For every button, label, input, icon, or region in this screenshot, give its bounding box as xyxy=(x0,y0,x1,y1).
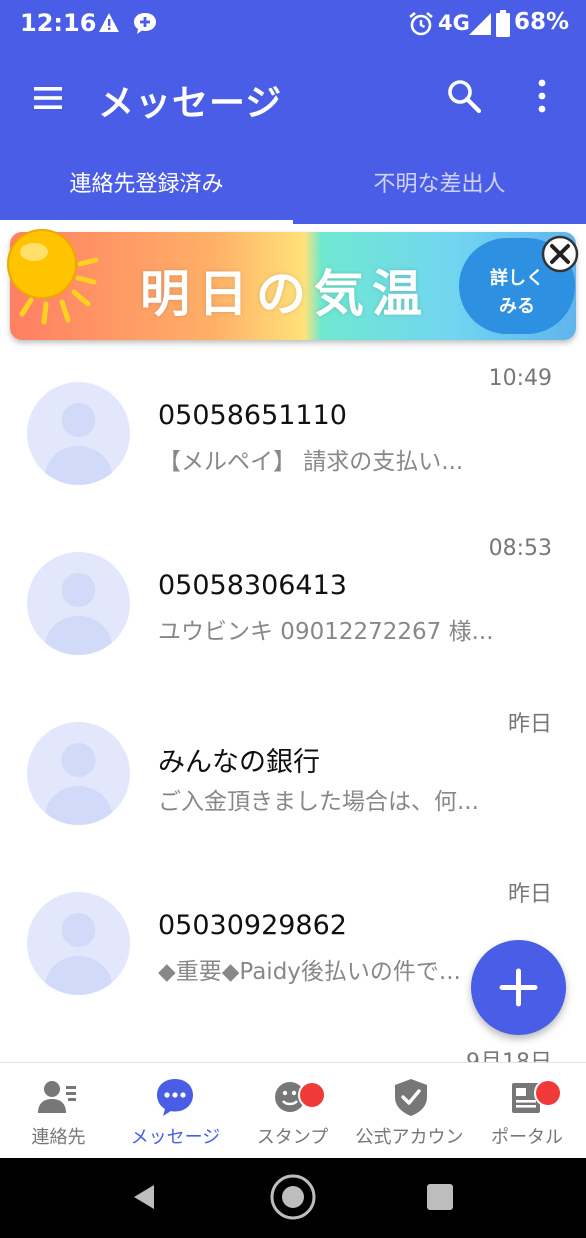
tab-registered-contacts[interactable]: 連絡先登録済み xyxy=(0,156,293,224)
conversation-preview: ご入金頂きました場合は、何... xyxy=(158,789,479,815)
conversation-time: 08:53 xyxy=(488,536,552,561)
conversation-preview: ◆重要◆Paidy後払いの件で... xyxy=(158,959,461,985)
conversation-time: 昨日 xyxy=(507,712,552,737)
plus-icon xyxy=(499,968,538,1007)
avatar-icon xyxy=(27,552,130,655)
nav-label: メッセージ xyxy=(130,1127,221,1148)
news-icon xyxy=(512,1079,562,1113)
conversation-name: 05058651110 xyxy=(158,400,347,431)
conversation-time: 9月18日 xyxy=(466,1044,552,1062)
close-icon[interactable] xyxy=(540,234,580,274)
search-icon[interactable] xyxy=(446,78,482,114)
nav-label: 公式アカウン xyxy=(355,1127,464,1148)
nav-item-messages[interactable]: メッセージ xyxy=(117,1063,234,1159)
contacts-icon xyxy=(38,1081,76,1113)
conversation-preview: ユウビンキ 09012272267 様... xyxy=(158,619,494,645)
conversation-preview: 【メルペイ】 請求の支払い... xyxy=(158,449,464,475)
network-label: 4G xyxy=(438,11,470,35)
weather-banner[interactable]: 明日の気温 詳しく みる xyxy=(7,229,579,340)
tab-label: 不明な差出人 xyxy=(373,172,506,197)
chat-bubble-icon xyxy=(157,1079,193,1116)
nav-item-contacts[interactable]: 連絡先 xyxy=(0,1063,117,1159)
warning-icon xyxy=(99,13,119,32)
banner-headline: 明日の気温 xyxy=(140,265,430,323)
tab-label: 連絡先登録済み xyxy=(69,172,224,197)
conversation-name: みんなの銀行 xyxy=(158,747,320,778)
sticker-icon xyxy=(275,1081,326,1112)
avatar-icon xyxy=(27,382,130,485)
message-plus-icon xyxy=(134,13,156,34)
shield-check-icon xyxy=(395,1079,427,1116)
new-message-button[interactable] xyxy=(471,940,566,1035)
nav-item-stickers[interactable]: スタンプ xyxy=(234,1063,351,1159)
conversation-time: 10:49 xyxy=(488,366,552,391)
nav-item-portal[interactable]: ポータル xyxy=(468,1063,586,1159)
signal-icon xyxy=(469,13,491,35)
menu-icon[interactable] xyxy=(34,86,62,110)
battery-icon xyxy=(496,10,510,37)
bottom-navigation: 連絡先 メッセージ スタンプ 公式アカウン ポータル xyxy=(0,1062,586,1158)
alarm-icon xyxy=(409,11,433,36)
sun-icon xyxy=(7,229,99,325)
back-icon[interactable] xyxy=(130,1182,160,1212)
avatar-icon xyxy=(27,892,130,995)
app-bar: メッセージ 連絡先登録済み 不明な差出人 xyxy=(0,48,586,224)
conversation-item[interactable]: 昨日 みんなの銀行 ご入金頂きました場合は、何... xyxy=(0,700,586,870)
conversation-item[interactable]: 9月18日 xyxy=(0,1040,586,1062)
battery-label: 68% xyxy=(514,9,570,35)
nav-label: ポータル xyxy=(491,1127,563,1148)
avatar-icon xyxy=(27,722,130,825)
nav-label: 連絡先 xyxy=(31,1127,86,1148)
more-vert-icon[interactable] xyxy=(532,78,552,114)
status-time: 12:16 xyxy=(20,9,97,37)
home-icon[interactable] xyxy=(268,1172,318,1222)
conversation-item[interactable]: 10:49 05058651110 【メルペイ】 請求の支払い... xyxy=(0,360,586,530)
conversation-time: 昨日 xyxy=(507,882,552,907)
nav-item-official-accounts[interactable]: 公式アカウン xyxy=(351,1063,468,1159)
system-navigation-bar xyxy=(0,1158,586,1238)
conversation-name: 05058306413 xyxy=(158,570,347,601)
conversation-name: 05030929862 xyxy=(158,910,347,941)
nav-label: スタンプ xyxy=(256,1127,329,1148)
recents-icon[interactable] xyxy=(426,1183,454,1211)
banner-button-line2: みる xyxy=(499,296,535,317)
tab-unknown-senders[interactable]: 不明な差出人 xyxy=(293,156,586,224)
conversation-item[interactable]: 08:53 05058306413 ユウビンキ 09012272267 様... xyxy=(0,530,586,700)
page-title: メッセージ xyxy=(98,83,283,124)
status-bar: 12:16 4G 68% xyxy=(0,0,586,48)
